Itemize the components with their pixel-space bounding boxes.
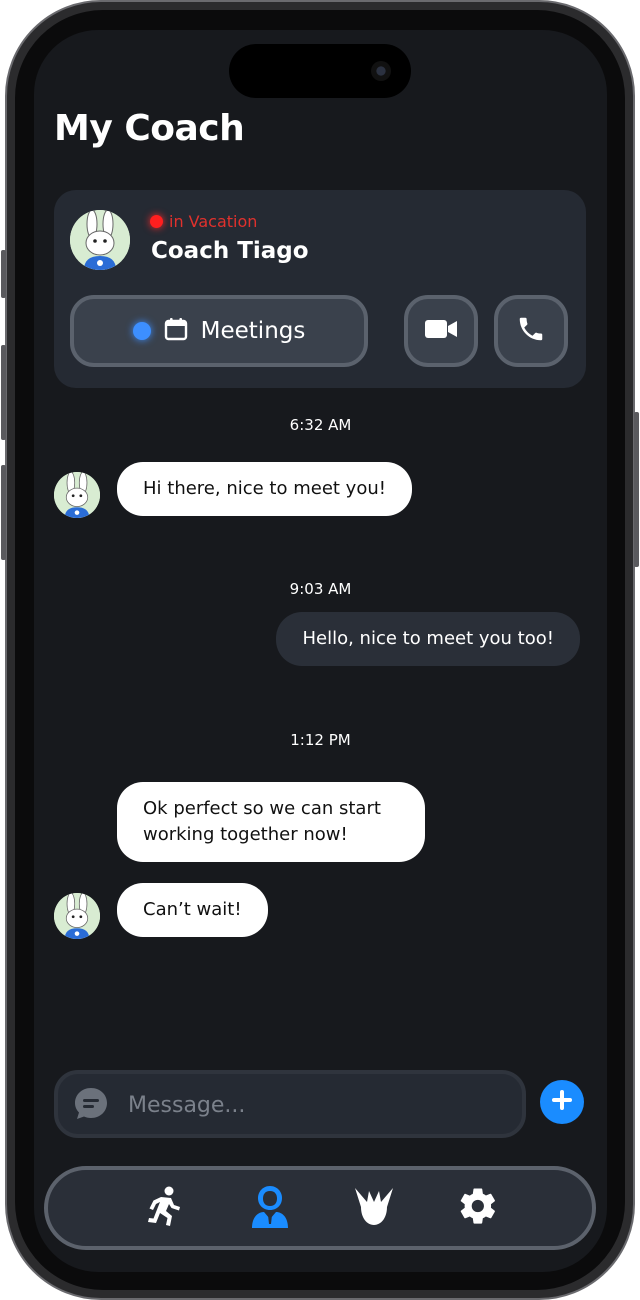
message-bubble-incoming: Can’t wait! xyxy=(117,883,268,937)
message-timestamp: 1:12 PM xyxy=(290,731,351,749)
online-dot-icon xyxy=(132,322,151,340)
coach-name: Coach Tiago xyxy=(151,238,309,264)
dynamic-island xyxy=(229,44,411,98)
tab-coach[interactable] xyxy=(248,1186,292,1230)
video-camera-icon xyxy=(424,317,458,345)
coach-avatar[interactable] xyxy=(70,210,130,270)
page-title: My Coach xyxy=(54,108,245,149)
coach-icon xyxy=(250,1184,290,1232)
message-input[interactable] xyxy=(128,1088,508,1122)
tab-activity[interactable] xyxy=(142,1186,186,1230)
meetings-label: Meetings xyxy=(200,318,306,344)
message-bubble-incoming: Ok perfect so we can start working toget… xyxy=(117,782,425,862)
message-timestamp: 6:32 AM xyxy=(289,416,352,434)
bottom-tab-bar xyxy=(44,1166,596,1250)
coach-status: in Vacation xyxy=(150,212,257,231)
video-call-button[interactable] xyxy=(404,295,478,367)
meetings-button[interactable]: Meetings xyxy=(70,295,368,367)
gear-icon xyxy=(457,1185,499,1231)
message-composer xyxy=(54,1070,526,1138)
message-timestamp: 9:03 AM xyxy=(289,580,352,598)
status-dot-icon xyxy=(150,215,163,228)
phone-call-button[interactable] xyxy=(494,295,568,367)
rabbit-logo-icon xyxy=(352,1185,396,1231)
plus-icon xyxy=(550,1088,574,1116)
message-bubble-incoming: Hi there, nice to meet you! xyxy=(117,462,412,516)
message-bubble-outgoing: Hello, nice to meet you too! xyxy=(276,612,580,666)
tab-home[interactable] xyxy=(352,1186,396,1230)
tab-settings[interactable] xyxy=(456,1186,500,1230)
chat-bubble-icon xyxy=(72,1085,110,1123)
coach-avatar[interactable] xyxy=(54,893,100,939)
calendar-icon xyxy=(163,316,189,346)
coach-card: in Vacation Coach Tiago Meetings xyxy=(54,190,586,388)
add-button[interactable] xyxy=(540,1080,584,1124)
running-icon xyxy=(144,1185,184,1231)
app-screen: My Coach in Vacation Coach Tiago Meeting… xyxy=(34,30,607,1272)
phone-icon xyxy=(516,314,546,348)
coach-avatar[interactable] xyxy=(54,472,100,518)
